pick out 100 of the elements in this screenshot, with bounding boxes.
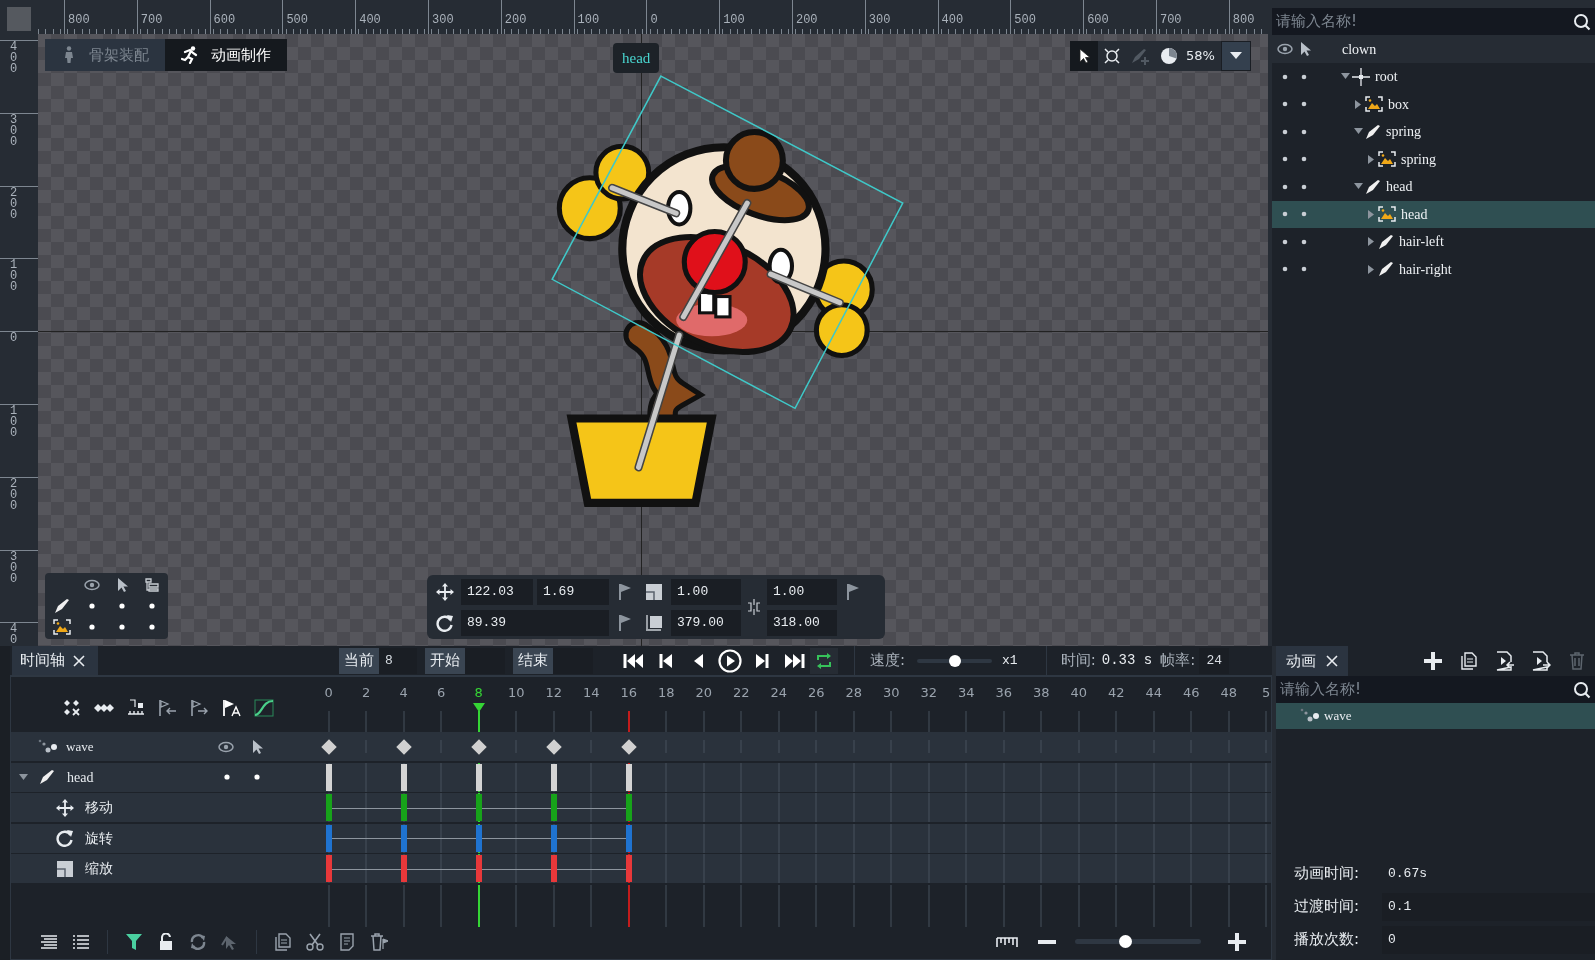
frame-number[interactable]: 40 [1070,683,1087,703]
tree-item[interactable]: head [1272,173,1595,201]
frame-number[interactable]: 5 [1262,683,1271,703]
tree-item[interactable]: spring [1272,118,1595,146]
search-field[interactable]: 请输入名称! [1272,8,1595,35]
eye-icon[interactable] [83,579,100,591]
keyframe-marker[interactable] [475,824,482,852]
keyframe-marker[interactable] [400,824,407,852]
close-icon[interactable] [73,654,85,667]
keyframe-marker[interactable] [625,824,632,852]
dot-icon[interactable] [88,624,95,630]
frame-number[interactable]: 2 [362,683,371,703]
zoom-dropdown-button[interactable] [1220,41,1251,71]
dot-icon[interactable] [1282,211,1288,218]
keyframe-marker[interactable] [400,855,407,882]
dot-icon[interactable] [1301,156,1307,163]
expand-arrow-icon[interactable] [1366,154,1376,164]
timeline-tab[interactable]: 时间轴 [12,646,98,675]
number-field[interactable]: 89.39 [461,609,609,636]
keyframe-marker[interactable] [625,763,632,791]
dot-icon[interactable] [224,774,230,780]
start-frame-field[interactable] [465,647,505,674]
cursor-icon[interactable] [1298,41,1312,57]
number-field[interactable]: 1.69 [537,578,609,605]
keyframe-marker[interactable] [550,794,557,821]
frame-number[interactable]: 8 [474,683,483,703]
dot-icon[interactable] [1282,183,1288,190]
expand-arrow-icon[interactable] [1340,72,1350,82]
animation-list-item[interactable]: wave [1276,703,1595,729]
frame-number[interactable]: 18 [657,683,675,703]
zoom-slider[interactable] [1075,934,1201,949]
tree-item[interactable]: box [1272,90,1595,118]
end-frame-field[interactable] [553,647,593,674]
frame-number[interactable]: 44 [1145,683,1162,703]
frame-number[interactable]: 24 [770,683,787,703]
fps-field[interactable]: 24 [1199,647,1230,674]
end-frame-button[interactable]: 结束 [513,647,553,674]
cursor-icon[interactable] [250,738,264,755]
keyframe-marker[interactable] [625,794,632,821]
current-frame-field[interactable]: 8 [379,647,417,674]
frame-number[interactable]: 34 [957,683,975,703]
frame-number[interactable]: 28 [845,683,862,703]
frame-number[interactable]: 22 [732,683,750,703]
dot-icon[interactable] [1301,73,1307,80]
keyframe-marker[interactable] [400,763,407,791]
number-field[interactable]: 1.00 [671,578,741,605]
keyframe-marker[interactable] [550,855,557,882]
number-field[interactable]: 318.00 [767,609,837,636]
property-field[interactable]: 0.1 [1382,892,1595,921]
dot-icon[interactable] [118,624,125,630]
flag-icon[interactable] [618,613,632,632]
frame-number[interactable]: 4 [399,683,408,703]
frame-number[interactable]: 10 [507,683,525,703]
track-name[interactable]: head [67,766,94,788]
keyframe-marker[interactable] [325,824,332,852]
expand-arrow-icon[interactable] [1366,264,1376,274]
frame-number[interactable]: 32 [920,683,937,703]
mode-tab[interactable]: 动画制作 [165,39,287,71]
search-field[interactable]: 请输入名称! [1276,676,1595,703]
frame-number[interactable]: 20 [695,683,712,703]
start-frame-button[interactable]: 开始 [425,647,465,674]
track-name[interactable]: 缩放 [85,858,113,879]
flag-icon[interactable] [618,582,632,601]
dot-icon[interactable] [1282,101,1288,108]
number-field[interactable]: 379.00 [671,609,741,636]
eye-icon[interactable] [218,740,234,753]
layers-icon[interactable] [144,578,159,592]
animation-tab[interactable]: 动画 [1276,646,1348,676]
property-field[interactable]: 0 [1382,925,1595,954]
frame-number[interactable]: 38 [1032,683,1050,703]
dot-icon[interactable] [118,603,125,609]
dot-icon[interactable] [1301,266,1307,273]
keyframe-marker[interactable] [475,794,482,821]
dot-icon[interactable] [1282,238,1288,245]
flag-icon[interactable] [846,582,860,601]
expand-arrow-icon[interactable] [18,772,28,782]
dot-icon[interactable] [1301,183,1307,190]
tree-item[interactable]: spring [1272,145,1595,173]
speed-slider[interactable] [917,654,993,667]
expand-arrow-icon[interactable] [1353,182,1363,192]
keyframe-marker[interactable] [325,855,332,882]
frame-number[interactable]: 6 [437,683,446,703]
dot-icon[interactable] [1282,266,1288,273]
tool-button[interactable] [1070,41,1098,71]
dot-icon[interactable] [1301,128,1307,135]
number-field[interactable]: 122.03 [461,578,533,605]
dot-icon[interactable] [1301,211,1307,218]
frame-number[interactable]: 16 [620,683,637,703]
expand-arrow-icon[interactable] [1353,127,1363,137]
track-name[interactable]: 移动 [85,797,113,818]
tree-item[interactable]: head [1272,200,1595,228]
playhead-icon[interactable] [472,703,485,712]
keyframe-marker[interactable] [400,794,407,821]
dot-icon[interactable] [1301,238,1307,245]
frame-number[interactable]: 42 [1107,683,1125,703]
keyframe-marker[interactable] [325,763,332,791]
dot-icon[interactable] [1301,101,1307,108]
expand-arrow-icon[interactable] [1353,99,1363,109]
number-field[interactable]: 1.00 [767,578,837,605]
dot-icon[interactable] [88,603,95,609]
